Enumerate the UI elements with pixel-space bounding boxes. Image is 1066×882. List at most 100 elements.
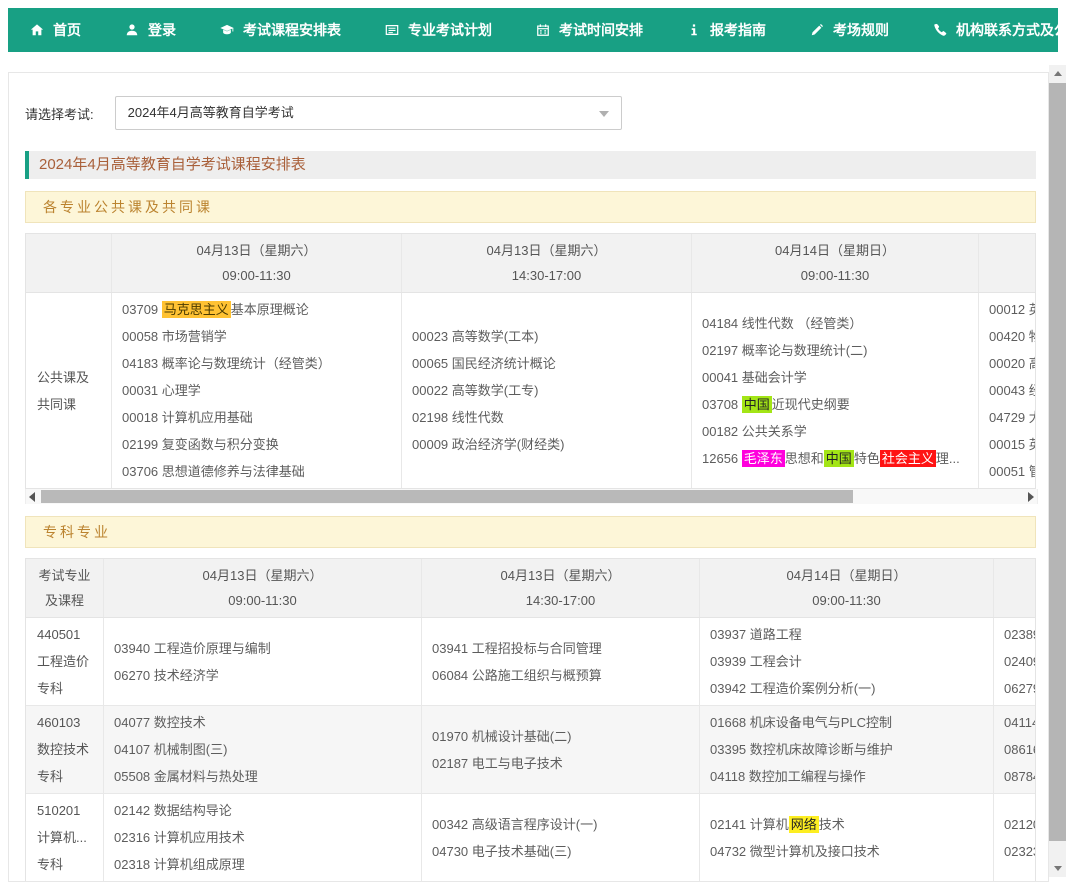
horizontal-scrollbar[interactable] xyxy=(25,489,1038,504)
course-cell: 00342 高级语言程序设计(一)04730 电子技术基础(三) xyxy=(422,794,700,881)
table-row-2: 510201计算机...专科02142 数据结构导论02316 计算机应用技术0… xyxy=(26,794,1036,881)
nav-home-label: 首页 xyxy=(53,20,81,40)
highlighted-term: 网络 xyxy=(789,816,819,833)
phone-icon xyxy=(933,23,947,37)
course-table-0: 04月13日（星期六）09:00-11:3004月13日（星期六）14:30-1… xyxy=(25,233,1036,489)
course-item: 03395 数控机床故障诊断与维护 xyxy=(710,736,987,763)
course-item: 08616 公 xyxy=(1004,736,1036,763)
nav-contact-announcement[interactable]: 机构联系方式及公告 xyxy=(911,8,1066,52)
table-header-row: 04月13日（星期六）09:00-11:3004月13日（星期六）14:30-1… xyxy=(26,234,1036,293)
course-item: 03941 工程招投标与合同管理 xyxy=(432,635,693,662)
navbar: 首页登录考试课程安排表专业考试计划考试时间安排报考指南考场规则机构联系方式及公告 xyxy=(8,8,1058,52)
course-item: 00018 计算机应用基础 xyxy=(122,404,395,431)
course-item: 00009 政治经济学(财经类) xyxy=(412,431,685,458)
nav-contact-announcement-label: 机构联系方式及公告 xyxy=(956,20,1066,40)
course-item: 05508 金属材料与热处理 xyxy=(114,763,415,790)
course-item: 03709 马克思主义基本原理概论 xyxy=(122,296,395,323)
row-label: 440501工程造价专科 xyxy=(26,618,104,705)
section-banner-0: 各专业公共课及共同课 xyxy=(25,191,1036,223)
course-cell: 04077 数控技术04107 机械制图(三)05508 金属材料与热处理 xyxy=(104,706,422,793)
nav-exam-time-schedule-label: 考试时间安排 xyxy=(559,20,643,40)
course-item: 06084 公路施工组织与概预算 xyxy=(432,662,693,689)
course-cell: 01668 机床设备电气与PLC控制03395 数控机床故障诊断与维护04118… xyxy=(700,706,994,793)
content-sections: 各专业公共课及共同课04月13日（星期六）09:00-11:3004月13日（星… xyxy=(25,191,1036,882)
course-cell: 02120 数02323 操 xyxy=(994,794,1036,881)
course-item: 00022 高等数学(工专) xyxy=(412,377,685,404)
course-item: 12656 毛泽东思想和中国特色社会主义理... xyxy=(702,445,972,472)
nav-exam-time-schedule[interactable]: 考试时间安排 xyxy=(514,8,665,52)
course-cell: 04114 数08616 公08784 数 xyxy=(994,706,1036,793)
course-item: 00342 高级语言程序设计(一) xyxy=(432,811,693,838)
course-item: 02142 数据结构导论 xyxy=(114,797,415,824)
header-cell-0: 04月13日（星期六）09:00-11:30 xyxy=(112,234,402,292)
course-item: 03937 道路工程 xyxy=(710,621,987,648)
course-item: 00182 公共关系学 xyxy=(702,418,972,445)
row-label: 510201计算机...专科 xyxy=(26,794,104,881)
course-item: 04118 数控加工编程与操作 xyxy=(710,763,987,790)
course-item: 02323 操 xyxy=(1004,838,1036,865)
course-cell: 03941 工程招投标与合同管理06084 公路施工组织与概预算 xyxy=(422,618,700,705)
exam-select-value: 2024年4月高等教育自学考试 xyxy=(116,97,621,129)
course-item: 02199 复变函数与积分变换 xyxy=(122,431,395,458)
table-header-row: 考试专业及课程04月13日（星期六）09:00-11:3004月13日（星期六）… xyxy=(26,559,1036,618)
course-item: 00058 市场营销学 xyxy=(122,323,395,350)
course-cell: 01970 机械设计基础(二)02187 电工与电子技术 xyxy=(422,706,700,793)
nav-application-guide[interactable]: 报考指南 xyxy=(665,8,788,52)
scroll-up-button[interactable] xyxy=(1049,65,1066,82)
course-item: 06279 道 xyxy=(1004,675,1036,702)
nav-exam-course-schedule[interactable]: 考试课程安排表 xyxy=(198,8,363,52)
nav-exam-room-rules-label: 考场规则 xyxy=(833,20,889,40)
course-item: 00020 高 xyxy=(989,350,1036,377)
nav-login[interactable]: 登录 xyxy=(103,8,198,52)
course-cell: 04184 线性代数 （经管类）02197 概率论与数理统计(二)00041 基… xyxy=(692,293,979,488)
row-label: 460103数控技术专科 xyxy=(26,706,104,793)
course-item: 02389 建 xyxy=(1004,621,1036,648)
course-item: 00012 英 xyxy=(989,296,1036,323)
course-item: 03942 工程造价案例分析(一) xyxy=(710,675,987,702)
nav-major-exam-plan[interactable]: 专业考试计划 xyxy=(363,8,514,52)
course-item: 04077 数控技术 xyxy=(114,709,415,736)
course-cell: 00012 英00420 物00020 高00043 经04729 大00015… xyxy=(979,293,1036,488)
course-item: 03708 中国近现代史纲要 xyxy=(702,391,972,418)
course-item: 04729 大 xyxy=(989,404,1036,431)
nav-application-guide-label: 报考指南 xyxy=(710,20,766,40)
vertical-scroll-thumb[interactable] xyxy=(1049,83,1066,841)
course-item: 04114 数 xyxy=(1004,709,1036,736)
nav-exam-room-rules[interactable]: 考场规则 xyxy=(788,8,911,52)
course-cell: 03937 道路工程03939 工程会计03942 工程造价案例分析(一) xyxy=(700,618,994,705)
main-panel: 请选择考试: 2024年4月高等教育自学考试 2024年4月高等教育自学考试课程… xyxy=(8,72,1049,882)
nav-home[interactable]: 首页 xyxy=(8,8,103,52)
highlighted-term: 中国 xyxy=(742,396,772,413)
course-cell: 03709 马克思主义基本原理概论00058 市场营销学04183 概率论与数理… xyxy=(112,293,402,488)
course-item: 00051 管 xyxy=(989,458,1036,485)
calendar-icon xyxy=(536,23,550,37)
course-item: 00041 基础会计学 xyxy=(702,364,972,391)
arrow-up-icon xyxy=(1054,71,1062,76)
vertical-scrollbar[interactable] xyxy=(1049,65,1066,877)
info-icon xyxy=(687,23,701,37)
header-cell-1: 04月13日（星期六）14:30-17:00 xyxy=(422,559,700,617)
corner-cell: 考试专业及课程 xyxy=(26,559,104,617)
exam-selector-label: 请选择考试: xyxy=(25,104,94,123)
exam-select[interactable]: 2024年4月高等教育自学考试 xyxy=(115,96,622,130)
course-item: 00023 高等数学(工本) xyxy=(412,323,685,350)
scroll-left-button[interactable] xyxy=(29,492,35,502)
course-item: 06270 技术经济学 xyxy=(114,662,415,689)
course-item: 04730 电子技术基础(三) xyxy=(432,838,693,865)
pencil-icon xyxy=(810,23,824,37)
section-banner-1: 专科专业 xyxy=(25,516,1036,548)
highlighted-term: 社会主义 xyxy=(880,450,936,467)
horizontal-scroll-thumb[interactable] xyxy=(41,490,853,503)
course-item: 02187 电工与电子技术 xyxy=(432,750,693,777)
course-item: 04184 线性代数 （经管类） xyxy=(702,310,972,337)
newspaper-icon xyxy=(385,23,399,37)
course-cell: 02141 计算机网络技术04732 微型计算机及接口技术 xyxy=(700,794,994,881)
course-item: 00031 心理学 xyxy=(122,377,395,404)
course-item: 00015 英 xyxy=(989,431,1036,458)
table-row-0: 公共课及共同课03709 马克思主义基本原理概论00058 市场营销学04183… xyxy=(26,293,1036,488)
course-item: 02197 概率论与数理统计(二) xyxy=(702,337,972,364)
scroll-right-button[interactable] xyxy=(1028,492,1034,502)
course-item: 04732 微型计算机及接口技术 xyxy=(710,838,987,865)
course-item: 00420 物 xyxy=(989,323,1036,350)
table-row-1: 460103数控技术专科04077 数控技术04107 机械制图(三)05508… xyxy=(26,706,1036,794)
